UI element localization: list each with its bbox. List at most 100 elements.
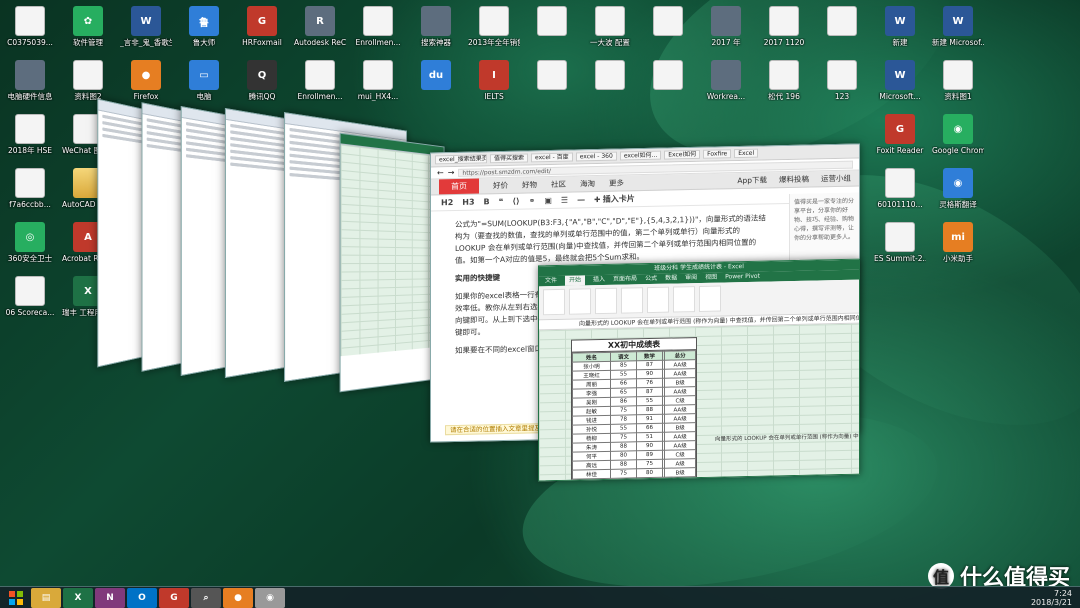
bold-button[interactable]: B	[484, 197, 490, 206]
list-icon[interactable]: ☰	[561, 196, 568, 205]
desktop-icon[interactable]: W 新建 Microsof...	[932, 4, 984, 58]
quote-icon[interactable]: ❝	[499, 197, 504, 206]
ribbon-tab[interactable]: 插入	[593, 275, 605, 285]
back-icon[interactable]: ←	[437, 168, 444, 177]
settings-icon[interactable]: ◉	[255, 588, 285, 608]
onenote-icon[interactable]: N	[95, 588, 125, 608]
desktop-icon[interactable]: ◉ Google Chrome	[932, 112, 984, 166]
align-group[interactable]	[595, 288, 617, 314]
system-clock[interactable]: 7:24 2018/3/21	[1031, 589, 1072, 607]
desktop-icon[interactable]: Workrea...	[700, 58, 752, 112]
ribbon-tab[interactable]: Power Pivot	[725, 272, 760, 283]
ribbon-tab[interactable]: 文件	[545, 276, 557, 286]
desktop-icon[interactable]: I IELTS	[468, 58, 520, 112]
desktop-icon[interactable]: 电脑硬件信息	[4, 58, 56, 112]
desktop-icon[interactable]	[642, 4, 694, 58]
desktop-icon[interactable]: 2018年 HSE	[4, 112, 56, 166]
desktop-icon[interactable]: 2013年全年销售真题分	[468, 4, 520, 58]
desktop-icon[interactable]	[584, 58, 636, 112]
desktop-icon[interactable]: G Foxit Reader	[874, 112, 926, 166]
desktop-icon[interactable]: 123	[816, 58, 868, 112]
table-cell[interactable]: 75	[610, 469, 636, 479]
nav-home[interactable]: 首页	[439, 178, 479, 194]
browser-tab[interactable]: 值得买搜索	[490, 153, 528, 163]
desktop-icon[interactable]: 资料图1	[932, 58, 984, 112]
table-cell[interactable]: 80	[637, 468, 663, 478]
browser-tab[interactable]: excel_搜索结果页	[435, 154, 487, 164]
nav-group[interactable]: 运营小组	[821, 173, 851, 185]
excel-icon[interactable]: X	[63, 588, 93, 608]
desktop-icon[interactable]: ◎ 360安全卫士	[4, 220, 56, 274]
desktop-icon[interactable]: R Autodesk ReCap 360	[294, 4, 346, 58]
ribbon-tab-active[interactable]: 开始	[565, 275, 585, 285]
desktop-icon[interactable]: Q 腾讯QQ	[236, 58, 288, 112]
browser-tab[interactable]: Foxfire	[703, 149, 731, 159]
desktop-icon[interactable]: Enrollmen...	[294, 58, 346, 112]
desktop-icon[interactable]	[526, 4, 578, 58]
browser-tab[interactable]: excel - 百度	[531, 153, 573, 163]
desktop-icon[interactable]: W Microsoft...	[874, 58, 926, 112]
cells-group[interactable]	[673, 286, 695, 312]
explorer-icon[interactable]: ▤	[31, 588, 61, 608]
desktop-icon[interactable]: 06 Scoreca...	[4, 274, 56, 328]
nav-item[interactable]: 社区	[551, 179, 566, 190]
desktop-icon[interactable]: ES Summit-2...	[874, 220, 926, 274]
table-cell[interactable]: 林佳	[573, 469, 611, 479]
link-icon[interactable]: ⚭	[529, 196, 536, 205]
nav-item[interactable]: 好物	[522, 179, 537, 190]
desktop-icon[interactable]	[642, 58, 694, 112]
desktop-icon[interactable]: 2017 1120	[758, 4, 810, 58]
nav-item[interactable]: 好价	[493, 180, 508, 191]
nav-item[interactable]: 更多	[609, 177, 624, 188]
insert-card-button[interactable]: ✚ 插入卡片	[594, 193, 635, 205]
h2-button[interactable]: H2	[441, 198, 453, 207]
browser-tab[interactable]: excel - 360	[576, 152, 617, 162]
edit-group[interactable]	[699, 286, 721, 312]
browser-tab[interactable]: excel如何...	[620, 151, 661, 161]
desktop-icon[interactable]: 2017 年	[700, 4, 752, 58]
desktop-icon[interactable]: W _言非_鬼_香歌生亿	[120, 4, 172, 58]
desktop-icon[interactable]: mi 小米助手	[932, 220, 984, 274]
ribbon-tab[interactable]: 视图	[705, 273, 717, 283]
image-icon[interactable]: ▣	[544, 196, 552, 205]
desktop-icon[interactable]: f7a6ccbb...	[4, 166, 56, 220]
sheet-grid[interactable]: XX初中成绩表 姓名 语文 数学 总分 张小明 85 87 AA级 王晓红 55 90 AA级 周丽 6…	[539, 324, 859, 481]
excel-window[interactable]: 班级分科 学生成绩统计表 - Excel 文件 开始 插入 页面布局 公式 数据…	[538, 259, 860, 482]
ribbon-tab[interactable]: 数据	[665, 273, 677, 283]
desktop-icon[interactable]	[816, 4, 868, 58]
desktop-icon[interactable]: ▭ 电脑	[178, 58, 230, 112]
desktop-icon[interactable]	[526, 58, 578, 112]
desktop-icon[interactable]: 松代 196	[758, 58, 810, 112]
desktop-icon[interactable]: 60101110...	[874, 166, 926, 220]
style-group[interactable]	[647, 287, 669, 313]
desktop-icon[interactable]: 搜索神器	[410, 4, 462, 58]
font-group[interactable]	[569, 288, 591, 314]
code-icon[interactable]: ⟨⟩	[512, 197, 519, 206]
desktop-icon[interactable]: G HRFoxmail	[236, 4, 288, 58]
nav-submit[interactable]: 爆料投稿	[779, 174, 809, 186]
stacked-window[interactable]	[340, 133, 445, 393]
browser-tab[interactable]: Excel如何	[664, 150, 700, 160]
h3-button[interactable]: H3	[462, 198, 474, 207]
desktop-icon[interactable]: mui_HX4...	[352, 58, 404, 112]
desktop-icon[interactable]: C0375039...	[4, 4, 56, 58]
outlook-icon[interactable]: O	[127, 588, 157, 608]
browser-tab[interactable]: Excel	[734, 149, 758, 159]
ribbon-tab[interactable]: 页面布局	[613, 274, 637, 285]
firefox-icon[interactable]: ●	[223, 588, 253, 608]
desktop-icon[interactable]: 一大波 配置	[584, 4, 636, 58]
forward-icon[interactable]: →	[448, 168, 455, 177]
table-cell[interactable]: B级	[665, 468, 696, 478]
start-button[interactable]	[3, 588, 29, 608]
desktop-icon[interactable]: Enrollmen...	[352, 4, 404, 58]
ribbon-tab[interactable]: 公式	[645, 274, 657, 284]
desktop-icon[interactable]: ◉ 灵格斯翻译	[932, 166, 984, 220]
search-icon[interactable]: ⌕	[191, 588, 221, 608]
desktop-icon[interactable]: 鲁鲁大师	[178, 4, 230, 58]
desktop-icon[interactable]: ✿ 软件管理	[62, 4, 114, 58]
ribbon-tab[interactable]: 审阅	[685, 273, 697, 283]
desktop-icon[interactable]: du	[410, 58, 462, 112]
nav-item[interactable]: 海淘	[580, 178, 595, 189]
foxmail-icon[interactable]: G	[159, 588, 189, 608]
divider-icon[interactable]: —	[577, 195, 585, 204]
